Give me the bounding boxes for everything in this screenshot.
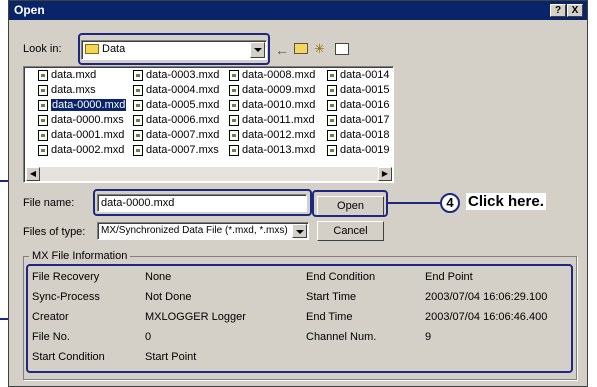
- file-item[interactable]: data-0005.mxd: [133, 98, 219, 112]
- file-item[interactable]: data-0010.mxd: [229, 98, 315, 112]
- file-name-text: data-0018: [340, 129, 390, 141]
- file-item[interactable]: data-0004.mxd: [133, 83, 219, 97]
- step-number-badge: 4: [440, 193, 460, 213]
- file-item[interactable]: data-0008.mxd: [229, 68, 315, 82]
- file-name-text: data-0005.mxd: [146, 99, 220, 111]
- file-name-label: File name:: [23, 197, 75, 209]
- file-item[interactable]: data.mxs: [38, 83, 96, 97]
- look-in-label: Look in:: [23, 43, 62, 55]
- file-name-text: data-0006.mxd: [146, 114, 220, 126]
- file-name-text: data-0002.mxd: [51, 144, 125, 156]
- back-icon[interactable]: ←: [275, 42, 289, 58]
- file-icon: [229, 129, 239, 141]
- file-name-text: data-0011.mxd: [242, 114, 315, 126]
- title-bar: Open ? X: [9, 1, 587, 20]
- file-icon: [38, 114, 48, 126]
- file-type-label: Files of type:: [23, 226, 86, 238]
- file-type-value: MX/Synchronized Data File (*.mxd, *.mxs): [101, 225, 288, 236]
- file-item[interactable]: data-0015: [327, 83, 390, 97]
- file-item[interactable]: data-0000.mxs: [38, 113, 124, 127]
- callout-leader-open: [386, 202, 440, 204]
- look-in-highlight: [78, 33, 270, 65]
- scroll-left-button[interactable]: ◀: [26, 167, 40, 181]
- file-icon: [327, 84, 337, 96]
- file-icon: [327, 114, 337, 126]
- file-icon: [229, 99, 239, 111]
- file-name-text: data-0014: [340, 69, 390, 81]
- view-menu-icon[interactable]: [335, 43, 349, 55]
- click-here-text: Click here.: [466, 193, 546, 210]
- dialog-title: Open: [14, 3, 45, 17]
- file-item[interactable]: data-0007.mxs: [133, 143, 219, 157]
- file-icon: [229, 69, 239, 81]
- file-icon: [38, 144, 48, 156]
- mx-info-highlight: [26, 264, 573, 373]
- mx-info-group-label: MX File Information: [29, 250, 131, 262]
- file-item[interactable]: data-0007.mxd: [133, 128, 219, 142]
- file-name-text: data-0003.mxd: [146, 69, 220, 81]
- up-folder-icon[interactable]: [294, 43, 308, 54]
- file-icon: [38, 69, 48, 81]
- open-button-highlight: [312, 190, 388, 217]
- file-name-text: data-0019: [340, 144, 390, 156]
- file-name-text: data-0000.mxs: [51, 114, 124, 126]
- file-name-highlight: [93, 189, 312, 216]
- file-icon: [327, 129, 337, 141]
- file-item[interactable]: data-0014: [327, 68, 390, 82]
- file-icon: [229, 144, 239, 156]
- file-name-text: data-0017: [340, 114, 390, 126]
- help-button[interactable]: ?: [550, 4, 566, 17]
- file-icon: [327, 69, 337, 81]
- file-icon: [133, 114, 143, 126]
- file-icon: [327, 144, 337, 156]
- file-item[interactable]: data-0013.mxd: [229, 143, 315, 157]
- file-item[interactable]: data-0001.mxd: [38, 128, 124, 142]
- cancel-button[interactable]: Cancel: [317, 221, 384, 241]
- file-icon: [133, 69, 143, 81]
- file-item[interactable]: data-0003.mxd: [133, 68, 219, 82]
- file-item[interactable]: data-0002.mxd: [38, 143, 124, 157]
- file-icon: [133, 144, 143, 156]
- horizontal-scrollbar[interactable]: ◀ ▶: [26, 167, 392, 181]
- close-button[interactable]: X: [567, 4, 583, 17]
- file-item[interactable]: data-0019: [327, 143, 390, 157]
- file-name-text: data-0001.mxd: [51, 129, 125, 141]
- file-item[interactable]: data-0000.mxd: [38, 98, 128, 112]
- file-item[interactable]: data-0011.mxd: [229, 113, 315, 127]
- file-icon: [38, 84, 48, 96]
- file-item[interactable]: data-0012.mxd: [229, 128, 315, 142]
- new-folder-icon[interactable]: ✳: [314, 41, 325, 57]
- file-name-text: data-0012.mxd: [242, 129, 316, 141]
- file-item[interactable]: data.mxd: [38, 68, 96, 82]
- file-icon: [133, 129, 143, 141]
- file-name-text: data-0008.mxd: [242, 69, 316, 81]
- file-item[interactable]: data-0017: [327, 113, 390, 127]
- file-name-text: data-0010.mxd: [242, 99, 316, 111]
- file-item[interactable]: data-0006.mxd: [133, 113, 219, 127]
- file-icon: [327, 99, 337, 111]
- file-name-text: data-0009.mxd: [242, 84, 316, 96]
- chevron-down-icon[interactable]: [292, 224, 307, 238]
- file-item[interactable]: data-0018: [327, 128, 390, 142]
- file-name-text: data-0000.mxd: [49, 98, 128, 112]
- file-name-text: data-0016: [340, 99, 390, 111]
- file-type-dropdown[interactable]: MX/Synchronized Data File (*.mxd, *.mxs): [97, 222, 309, 240]
- file-name-text: data-0013.mxd: [242, 144, 316, 156]
- file-icon: [38, 129, 48, 141]
- file-item[interactable]: data-0009.mxd: [229, 83, 315, 97]
- file-name-text: data.mxd: [51, 69, 97, 81]
- scroll-right-button[interactable]: ▶: [378, 167, 392, 181]
- file-name-text: data-0015: [340, 84, 390, 96]
- file-icon: [229, 114, 239, 126]
- file-name-text: data.mxs: [51, 84, 96, 96]
- file-name-text: data-0007.mxs: [146, 144, 219, 156]
- step-number: 4: [446, 195, 454, 210]
- file-name-text: data-0007.mxd: [146, 129, 220, 141]
- file-icon: [38, 99, 48, 111]
- file-icon: [229, 84, 239, 96]
- file-icon: [133, 99, 143, 111]
- file-icon: [133, 84, 143, 96]
- file-name-text: data-0004.mxd: [146, 84, 220, 96]
- file-item[interactable]: data-0016: [327, 98, 390, 112]
